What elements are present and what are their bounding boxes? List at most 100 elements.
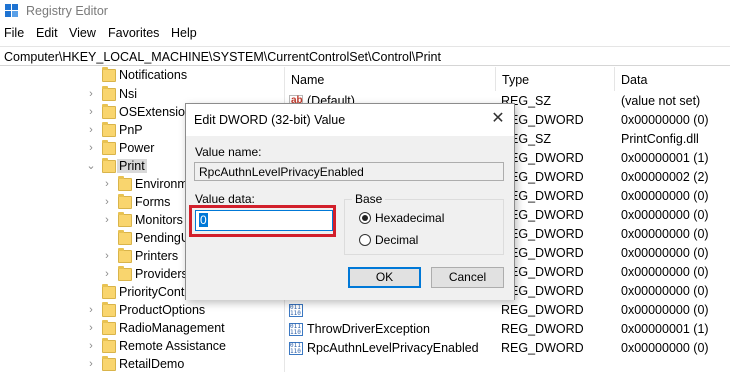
column-header-data[interactable]: Data: [615, 67, 730, 91]
chevron-right-icon[interactable]: ›: [102, 250, 112, 262]
chevron-right-icon[interactable]: ›: [102, 268, 112, 280]
address-bar[interactable]: Computer\HKEY_LOCAL_MACHINE\SYSTEM\Curre…: [0, 46, 730, 66]
chevron-down-icon[interactable]: ⌄: [86, 160, 96, 172]
chevron-right-icon[interactable]: ›: [86, 340, 96, 352]
title-bar: Registry Editor: [0, 0, 730, 24]
value-data-input[interactable]: 0: [195, 210, 333, 231]
value-data: 0x00000000 (0): [621, 303, 709, 317]
registry-editor-window: { "window": { "title": "Registry Editor"…: [0, 0, 730, 372]
value-data: 0x00000000 (0): [621, 265, 709, 279]
close-icon[interactable]: ✕: [488, 110, 508, 130]
ok-button[interactable]: OK: [348, 267, 421, 288]
value-data: 0x00000000 (0): [621, 113, 709, 127]
menu-favorites[interactable]: Favorites: [108, 26, 159, 40]
chevron-right-icon[interactable]: ›: [86, 124, 96, 136]
hexadecimal-label[interactable]: Hexadecimal: [375, 211, 444, 225]
tree-item-label: Providers: [135, 267, 188, 281]
decimal-radio[interactable]: [359, 234, 371, 246]
list-item[interactable]: ThrowDriverException REG_DWORD 0x0000000…: [285, 320, 730, 339]
tree-item-label: Remote Assistance: [119, 339, 226, 353]
chevron-right-icon[interactable]: ›: [86, 322, 96, 334]
folder-icon: [118, 212, 132, 227]
folder-open-icon: [102, 158, 116, 173]
tree-item-label: Environm: [135, 177, 188, 191]
list-item[interactable]: REG_DWORD 0x00000000 (0): [285, 301, 730, 320]
tree-item-label: RetailDemo: [119, 357, 185, 371]
tree-item-label: ProductOptions: [119, 303, 206, 317]
chevron-right-icon[interactable]: ›: [102, 196, 112, 208]
folder-icon: [102, 86, 116, 101]
tree-item-label: Power: [119, 141, 155, 155]
dword-value-icon: [289, 323, 303, 336]
column-header-name[interactable]: Name: [285, 67, 496, 91]
column-header-label: Name: [291, 73, 325, 87]
chevron-right-icon[interactable]: ›: [86, 304, 96, 316]
base-label: Base: [352, 192, 386, 206]
value-data: 0x00000000 (0): [621, 246, 709, 260]
window-title: Registry Editor: [26, 4, 108, 18]
value-data-label: Value data:: [195, 192, 255, 206]
tree-item-label: Nsi: [119, 87, 138, 101]
value-data-text: 0: [199, 213, 208, 227]
folder-icon: [118, 230, 132, 245]
list-item[interactable]: RpcAuthnLevelPrivacyEnabled REG_DWORD 0x…: [285, 339, 730, 358]
base-groupbox: [344, 199, 504, 255]
folder-icon: [118, 248, 132, 263]
chevron-right-icon[interactable]: ›: [86, 106, 96, 118]
column-header-label: Type: [502, 73, 530, 87]
folder-icon: [102, 104, 116, 119]
menu-help[interactable]: Help: [171, 26, 197, 40]
chevron-right-icon[interactable]: ›: [86, 88, 96, 100]
column-header-type[interactable]: Type: [496, 67, 615, 91]
tree-item-label: Printers: [135, 249, 179, 263]
tree-item-label: RadioManagement: [119, 321, 225, 335]
value-name-label: Value name:: [195, 145, 262, 159]
dialog-body: Value name: RpcAuthnLevelPrivacyEnabled …: [186, 136, 514, 300]
cancel-button[interactable]: Cancel: [431, 267, 504, 288]
folder-icon: [118, 266, 132, 281]
value-name: ThrowDriverException: [307, 322, 430, 336]
decimal-label[interactable]: Decimal: [375, 233, 418, 247]
value-type: REG_DWORD: [501, 322, 584, 336]
value-type: REG_DWORD: [501, 303, 584, 317]
value-data: 0x00000001 (1): [621, 322, 709, 336]
tree-item-label: PendingU: [135, 231, 190, 245]
column-header-label: Data: [621, 73, 648, 87]
folder-icon: [102, 67, 116, 82]
menu-edit[interactable]: Edit: [36, 26, 58, 40]
dword-value-icon: [289, 342, 303, 355]
folder-icon: [118, 194, 132, 209]
edit-dword-dialog: Edit DWORD (32-bit) Value ✕ Value name: …: [185, 103, 515, 300]
chevron-right-icon[interactable]: ›: [102, 214, 112, 226]
chevron-right-icon[interactable]: ›: [86, 142, 96, 154]
value-data: 0x00000000 (0): [621, 208, 709, 222]
chevron-right-icon[interactable]: ›: [102, 178, 112, 190]
tree-item-label: Notifications: [119, 68, 188, 82]
dialog-title: Edit DWORD (32-bit) Value: [194, 113, 346, 127]
tree-item-label: Monitors: [135, 213, 183, 227]
hexadecimal-radio[interactable]: [359, 212, 371, 224]
value-data: 0x00000000 (0): [621, 227, 709, 241]
folder-icon: [102, 320, 116, 335]
folder-icon: [102, 122, 116, 137]
value-data: 0x00000002 (2): [621, 170, 709, 184]
tree-item-label: Forms: [135, 195, 171, 209]
dword-value-icon: [289, 304, 303, 317]
tree-item-label: Print: [117, 159, 147, 173]
value-type: REG_DWORD: [501, 341, 584, 355]
address-path: Computer\HKEY_LOCAL_MACHINE\SYSTEM\Curre…: [4, 50, 441, 64]
value-data: 0x00000001 (1): [621, 151, 709, 165]
menu-file[interactable]: File: [4, 26, 24, 40]
tree-item-label: OSExtension: [119, 105, 192, 119]
value-data: 0x00000000 (0): [621, 341, 709, 355]
chevron-right-icon[interactable]: ›: [86, 358, 96, 370]
value-data: (value not set): [621, 94, 701, 108]
menu-view[interactable]: View: [69, 26, 96, 40]
folder-icon: [102, 338, 116, 353]
folder-icon: [118, 176, 132, 191]
folder-icon: [102, 284, 116, 299]
folder-icon: [102, 302, 116, 317]
tree-item-label: PriorityContr: [119, 285, 189, 299]
value-data: PrintConfig.dll: [621, 132, 699, 146]
value-data: 0x00000000 (0): [621, 189, 709, 203]
